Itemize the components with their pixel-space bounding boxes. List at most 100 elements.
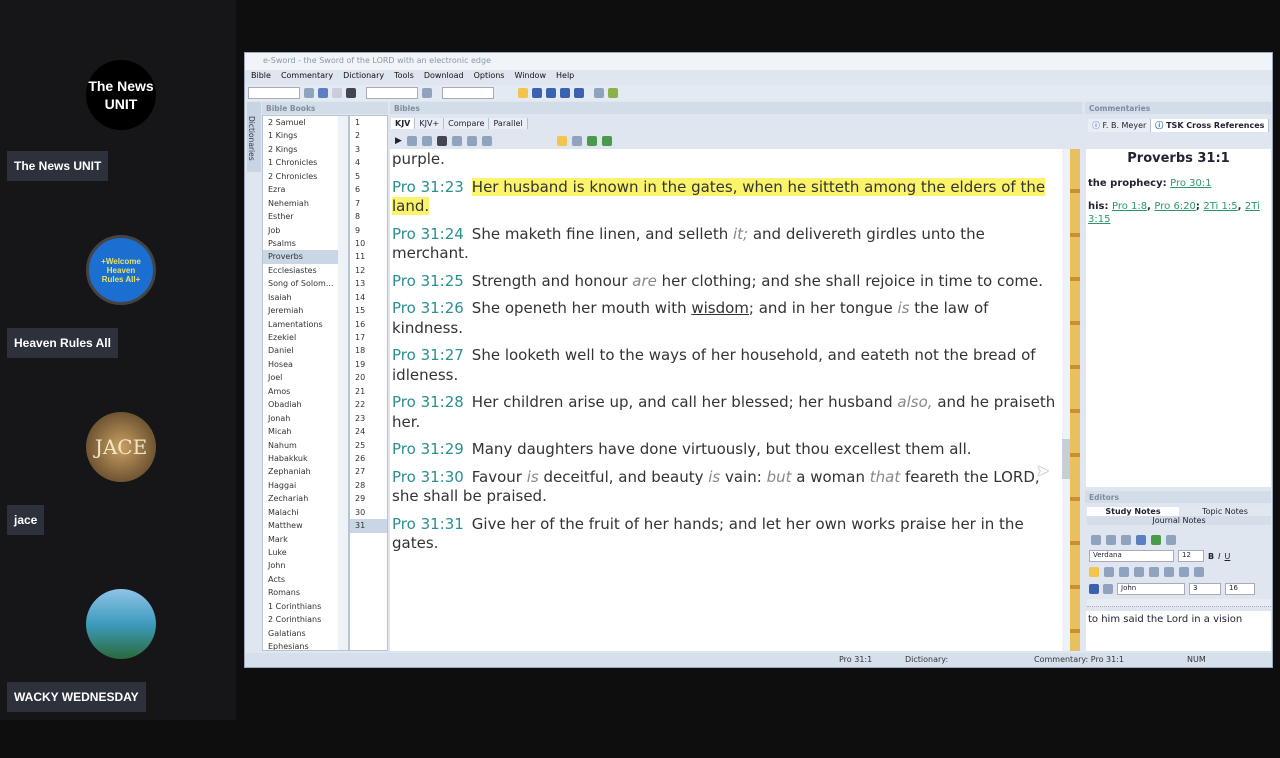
menu-tools[interactable]: Tools: [394, 71, 414, 84]
tab-journal-notes[interactable]: Journal Notes: [1087, 516, 1271, 525]
chapter-item[interactable]: 15: [350, 304, 387, 317]
book-item[interactable]: Psalms: [263, 237, 348, 250]
participant-tile[interactable]: +Welcome Heaven Rules All+ Heaven Rules …: [0, 227, 236, 404]
align-center-icon[interactable]: [1104, 567, 1114, 577]
chapter-item[interactable]: 8: [350, 210, 387, 223]
copy-icon[interactable]: [406, 135, 417, 146]
chapter-item[interactable]: 2: [350, 129, 387, 142]
cross-ref-link[interactable]: Pro 1:8: [1112, 201, 1147, 212]
zoom-icon[interactable]: [556, 135, 567, 146]
chapter-item[interactable]: 29: [350, 492, 387, 505]
reference-select[interactable]: [442, 87, 494, 99]
tab-kjv-plus[interactable]: KJV+: [415, 118, 445, 129]
paste-icon[interactable]: [1121, 535, 1131, 545]
book-item[interactable]: Lamentations: [263, 318, 348, 331]
chapter-item[interactable]: 24: [350, 425, 387, 438]
dictionaries-tab[interactable]: Dictionaries: [247, 102, 261, 172]
book-item[interactable]: Ecclesiastes: [263, 264, 348, 277]
book-item[interactable]: Nehemiah: [263, 197, 348, 210]
chapter-item[interactable]: 1: [350, 116, 387, 129]
next-chapter-icon[interactable]: [601, 135, 612, 146]
undo-icon[interactable]: [1136, 535, 1146, 545]
menu-dictionary[interactable]: Dictionary: [343, 71, 384, 84]
cross-ref-link[interactable]: Pro 30:1: [1170, 178, 1212, 189]
table-icon[interactable]: [1166, 535, 1176, 545]
chapter-item[interactable]: 9: [350, 224, 387, 237]
participant-tile[interactable]: JACE jace: [0, 404, 236, 581]
book-item[interactable]: Ezra: [263, 183, 348, 196]
book-item[interactable]: Nahum: [263, 439, 348, 452]
verse-select[interactable]: 16: [1225, 583, 1255, 595]
book-item[interactable]: Jeremiah: [263, 304, 348, 317]
back-icon[interactable]: [318, 88, 328, 98]
chapter-item[interactable]: 13: [350, 277, 387, 290]
book-item[interactable]: Micah: [263, 425, 348, 438]
book-item[interactable]: Joel: [263, 371, 348, 384]
book-item[interactable]: Ezekiel: [263, 331, 348, 344]
verse-ref-link[interactable]: Pro 31:25: [392, 272, 464, 290]
book-item[interactable]: Romans: [263, 586, 348, 599]
chapter-item[interactable]: 31: [350, 519, 387, 533]
new-icon[interactable]: [1091, 535, 1101, 545]
font-size-select[interactable]: 12: [1178, 550, 1204, 562]
menu-commentary[interactable]: Commentary: [281, 71, 333, 84]
chapter-item[interactable]: 30: [350, 506, 387, 519]
save-icon[interactable]: [1089, 584, 1099, 594]
chapter-item[interactable]: 12: [350, 264, 387, 277]
link-icon[interactable]: [1151, 535, 1161, 545]
search-select[interactable]: [366, 87, 418, 99]
book-item[interactable]: Mark: [263, 533, 348, 546]
menu-options[interactable]: Options: [474, 71, 505, 84]
bullet-list-icon[interactable]: [1164, 567, 1174, 577]
verse-ref-link[interactable]: Pro 31:31: [392, 515, 464, 533]
chapter-item[interactable]: 20: [350, 371, 387, 384]
book-item[interactable]: 1 Chronicles: [263, 156, 348, 169]
prev-chapter-icon[interactable]: [586, 135, 597, 146]
layout-icon[interactable]: [518, 88, 528, 98]
chapter-item[interactable]: 21: [350, 385, 387, 398]
notes-editor[interactable]: to him said the Lord in a vision: [1086, 611, 1271, 651]
verse-ref-link[interactable]: Pro 31:30: [392, 468, 464, 486]
split-view-icon[interactable]: [571, 135, 582, 146]
verse-ref-link[interactable]: Pro 31:23: [392, 178, 464, 196]
verse-ref-link[interactable]: Pro 31:29: [392, 440, 464, 458]
book-item[interactable]: Jonah: [263, 412, 348, 425]
compare-icon[interactable]: [481, 135, 492, 146]
cross-ref-link[interactable]: Pro 6:20: [1154, 201, 1196, 212]
layout-d-icon[interactable]: [560, 88, 570, 98]
tab-compare[interactable]: Compare: [444, 118, 490, 129]
book-item[interactable]: Malachi: [263, 506, 348, 519]
layout-c-icon[interactable]: [546, 88, 556, 98]
menu-bible[interactable]: Bible: [251, 71, 271, 84]
menu-help[interactable]: Help: [556, 71, 574, 84]
book-item[interactable]: Galatians: [263, 627, 348, 640]
book-item[interactable]: Ephesians: [263, 640, 348, 650]
numbered-list-icon[interactable]: [1149, 567, 1159, 577]
chapter-item[interactable]: 18: [350, 344, 387, 357]
spell-icon[interactable]: [1106, 535, 1116, 545]
eraser-icon[interactable]: [422, 88, 432, 98]
verse-ref-link[interactable]: Pro 31:26: [392, 299, 464, 317]
book-item[interactable]: Daniel: [263, 344, 348, 357]
book-item[interactable]: 2 Chronicles: [263, 170, 348, 183]
book-item[interactable]: Zechariah: [263, 492, 348, 505]
participant-tile[interactable]: The News UNIT The News UNIT: [0, 50, 236, 227]
books-list[interactable]: 2 Samuel 1 Kings 2 Kings 1 Chronicles 2 Chro…: [262, 115, 349, 651]
underline-button[interactable]: U: [1224, 552, 1230, 561]
chapter-item[interactable]: 6: [350, 183, 387, 196]
tab-tsk-cross-references[interactable]: ⓘ TSK Cross References: [1151, 119, 1270, 132]
chapter-item[interactable]: 26: [350, 452, 387, 465]
layout-e-icon[interactable]: [574, 88, 584, 98]
align-left-icon[interactable]: [1089, 567, 1099, 577]
search-icon[interactable]: [436, 135, 447, 146]
print-icon[interactable]: [421, 135, 432, 146]
book-item[interactable]: Acts: [263, 573, 348, 586]
book-item[interactable]: 2 Corinthians: [263, 613, 348, 626]
verse-ref-link[interactable]: Pro 31:27: [392, 346, 464, 364]
tab-parallel[interactable]: Parallel: [489, 118, 528, 129]
chapter-item[interactable]: 22: [350, 398, 387, 411]
commentary-content[interactable]: Proverbs 31:1 the prophecy: Pro 30:1 his…: [1086, 149, 1271, 487]
book-item[interactable]: Proverbs: [263, 250, 348, 264]
chapter-select[interactable]: 3: [1189, 583, 1221, 595]
layout-b-icon[interactable]: [532, 88, 542, 98]
